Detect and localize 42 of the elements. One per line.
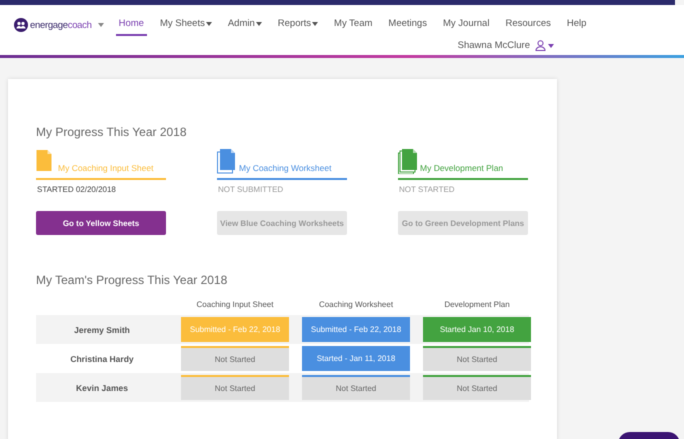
brand-logo-text[interactable]: energagecoach <box>30 20 92 30</box>
nav-tab[interactable]: Help <box>564 14 590 36</box>
sheet-title: My Development Plan <box>420 163 504 173</box>
caret-icon <box>98 23 104 27</box>
section-title: My Team's Progress This Year 2018 <box>36 273 228 287</box>
caret-icon <box>206 22 212 26</box>
sheet-button[interactable]: Go to Yellow Sheets <box>36 211 166 235</box>
status-cell[interactable]: Not Started <box>423 346 531 371</box>
sheet-status: NOT SUBMITTED <box>218 185 284 194</box>
member-name: Jeremy Smith <box>73 324 131 337</box>
caret-icon <box>312 22 318 26</box>
user-name[interactable]: Shawna McClure <box>458 40 530 51</box>
caret-icon <box>256 22 262 26</box>
sheet-title: My Coaching Input Sheet <box>58 163 154 173</box>
nav-tab[interactable]: My Team <box>331 14 376 36</box>
sheet-title: My Coaching Worksheet <box>239 163 332 173</box>
sheet-status: STARTED 02/20/2018 <box>37 185 117 194</box>
nav-tab[interactable]: Reports <box>274 14 322 36</box>
column-header: Development Plan <box>443 299 511 311</box>
user-icon[interactable] <box>535 40 546 51</box>
sheet-status: NOT STARTED <box>399 185 456 194</box>
document-icon <box>398 146 418 174</box>
status-cell[interactable]: Submitted - Feb 22, 2018 <box>302 317 410 342</box>
nav-tab[interactable]: My Journal <box>440 14 492 36</box>
document-icon <box>217 146 237 174</box>
member-name: Christina Hardy <box>69 352 135 366</box>
section-title: My Progress This Year 2018 <box>36 125 187 139</box>
column-header: Coaching Worksheet <box>318 299 394 311</box>
status-cell[interactable]: Not Started <box>423 375 531 400</box>
member-name: Kevin James <box>75 382 129 394</box>
nav-tab[interactable]: Meetings <box>385 14 430 36</box>
nav-tab[interactable]: Admin <box>224 14 265 36</box>
status-cell[interactable]: Not Started <box>181 346 289 371</box>
caret-icon <box>548 44 554 48</box>
column-header: Coaching Input Sheet <box>196 299 274 311</box>
status-cell[interactable]: Started - Jan 11, 2018 <box>302 346 410 371</box>
status-cell[interactable]: Not Started <box>302 375 410 400</box>
logo-icon <box>14 18 28 32</box>
nav-tab[interactable]: Home <box>116 14 147 36</box>
status-cell[interactable]: Not Started <box>181 375 289 400</box>
nav-tab[interactable]: My Sheets <box>156 14 215 36</box>
nav-tab[interactable]: Resources <box>502 14 554 36</box>
